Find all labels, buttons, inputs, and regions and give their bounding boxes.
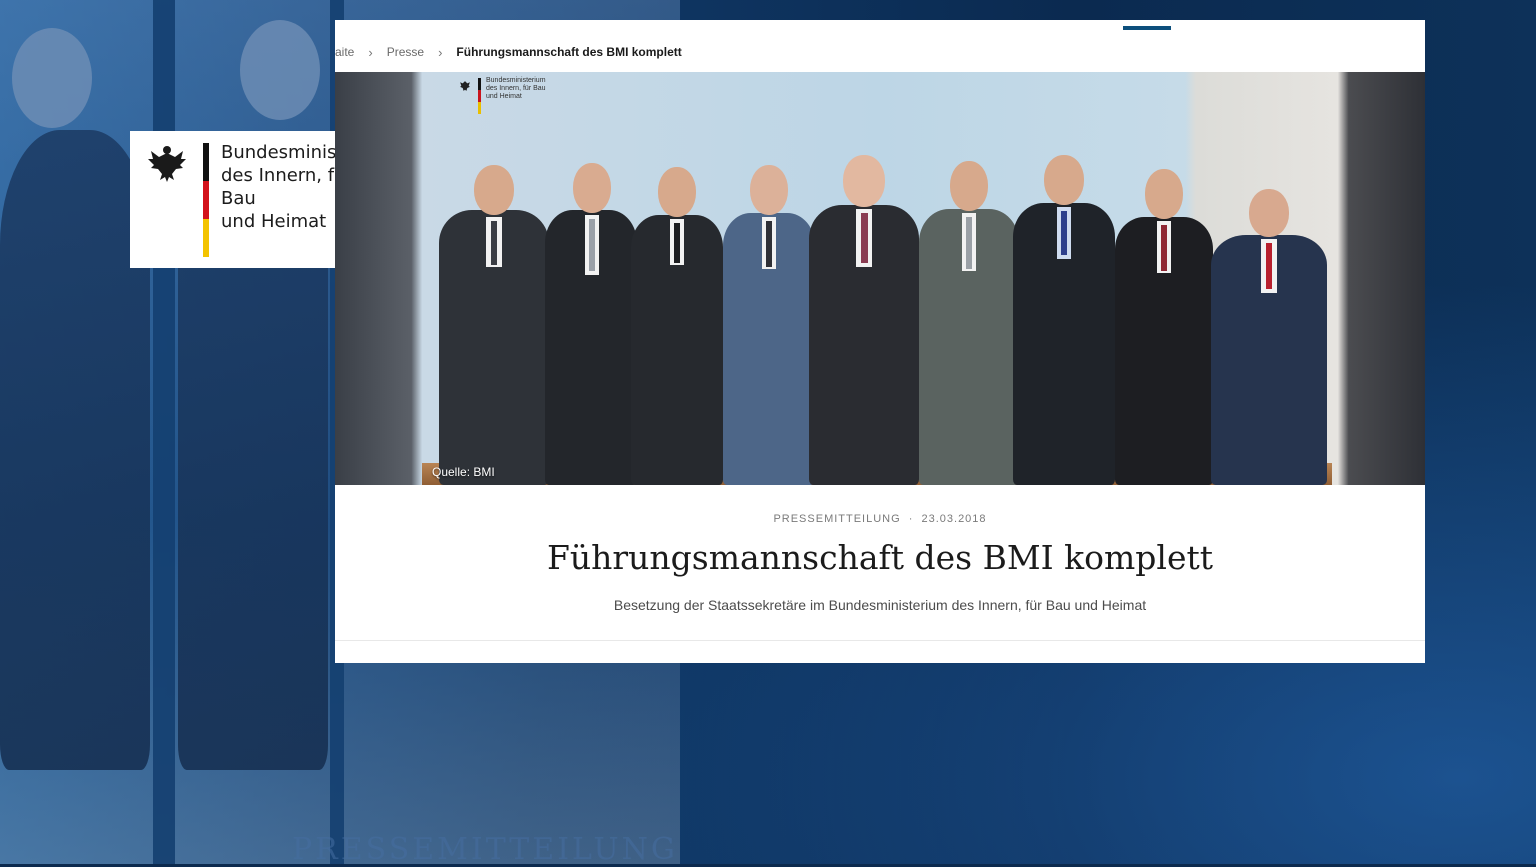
photo-ministry-logo: Bundesministerium des Innern, für Bau un… xyxy=(486,77,566,101)
article-title: Führungsmannschaft des BMI komplett xyxy=(546,538,1214,577)
article-meta: PRESSEMITTEILUNG · 23.03.2018 xyxy=(335,513,1425,525)
photo-logo-line: Bundesministerium xyxy=(486,77,546,84)
background-person-head xyxy=(240,20,320,120)
nav-active-indicator xyxy=(1123,26,1171,30)
person-figure xyxy=(1115,169,1213,485)
article-date: 23.03.2018 xyxy=(921,513,987,525)
group-photo: Bundesministerium des Innern, für Bau un… xyxy=(335,72,1425,485)
webpage-screenshot: aite › Presse › Führungsmannschaft des B… xyxy=(335,20,1425,663)
breadcrumb: aite › Presse › Führungsmannschaft des B… xyxy=(335,42,682,62)
flag-stripe-black xyxy=(478,78,481,90)
breadcrumb-current: Führungsmannschaft des BMI komplett xyxy=(456,45,682,59)
person-figure xyxy=(545,163,637,485)
person-figure xyxy=(919,161,1019,485)
person-figure xyxy=(631,167,723,485)
person-figure xyxy=(1211,189,1327,485)
flag-stripe-gold xyxy=(203,219,209,257)
federal-eagle-icon xyxy=(460,81,470,91)
photo-logo-line: und Heimat xyxy=(486,93,522,100)
breadcrumb-link-presse[interactable]: Presse xyxy=(387,45,424,59)
background-person xyxy=(0,130,150,770)
flag-stripe-black xyxy=(203,143,209,181)
person-figure xyxy=(723,165,815,485)
flag-stripe-red xyxy=(478,90,481,102)
photo-logo-line: des Innern, für Bau xyxy=(486,85,546,92)
article-subtitle: Besetzung der Staatssekretäre im Bundesm… xyxy=(613,597,1147,613)
chevron-right-icon: › xyxy=(368,44,373,60)
divider xyxy=(335,640,1425,641)
background-stripe xyxy=(153,0,175,864)
person-figure xyxy=(1013,155,1115,485)
flag-stripe-gold xyxy=(478,102,481,114)
flag-stripe-red xyxy=(203,181,209,219)
breadcrumb-link-home[interactable]: aite xyxy=(335,45,354,59)
meta-separator: · xyxy=(908,513,914,525)
chevron-right-icon: › xyxy=(438,44,443,60)
background-person-head xyxy=(12,28,92,128)
federal-eagle-icon xyxy=(148,146,186,182)
person-figure xyxy=(439,165,549,485)
photo-credit: Quelle: BMI xyxy=(432,465,495,479)
background-footer-text: PRESSEMITTEILUNG xyxy=(292,832,678,867)
article-category: PRESSEMITTEILUNG xyxy=(773,513,901,525)
person-figure xyxy=(809,155,919,485)
